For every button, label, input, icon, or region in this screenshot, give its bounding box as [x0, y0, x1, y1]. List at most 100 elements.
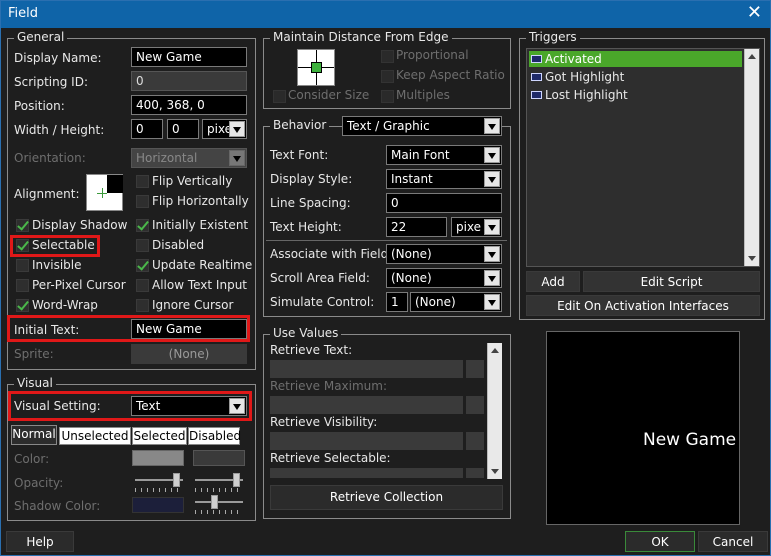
display-style-select[interactable]: Instant — [386, 169, 502, 189]
use-values-scrollbar[interactable] — [487, 343, 502, 479]
text-font-select[interactable]: Main Font — [386, 145, 502, 165]
retrieve-visibility-label: Retrieve Visibility: — [270, 415, 378, 429]
word-wrap-checkbox[interactable] — [16, 299, 29, 312]
scroll-area-value: (None) — [391, 271, 432, 285]
retrieve-text-field[interactable] — [270, 360, 463, 378]
color-swatch-primary[interactable] — [132, 450, 184, 466]
associate-field-select[interactable]: (None) — [386, 244, 502, 264]
scroll-up-icon[interactable] — [745, 49, 759, 63]
opacity-slider-primary[interactable] — [135, 473, 183, 487]
alignment-picker[interactable] — [86, 174, 123, 211]
consider-size-checkbox[interactable] — [273, 90, 286, 103]
trigger-item-lost-highlight[interactable]: Lost Highlight — [529, 87, 742, 103]
behavior-type-value: Text / Graphic — [347, 119, 430, 133]
retrieve-maximum-field[interactable] — [270, 396, 463, 414]
triggers-scrollbar[interactable] — [744, 49, 759, 266]
slider-thumb[interactable] — [173, 473, 180, 487]
trigger-item-got-highlight[interactable]: Got Highlight — [529, 69, 742, 85]
ok-button[interactable]: OK — [625, 531, 695, 552]
retrieve-maximum-label: Retrieve Maximum: — [270, 379, 388, 393]
chevron-down-icon — [484, 294, 500, 310]
tab-disabled[interactable]: Disabled — [188, 427, 241, 445]
simulate-control-select[interactable]: (None) — [410, 292, 502, 312]
trigger-item-activated[interactable]: Activated — [529, 51, 742, 67]
size-unit-select[interactable]: pixe — [202, 119, 247, 139]
width-input[interactable]: 0 — [131, 119, 163, 139]
display-name-input[interactable]: New Game — [131, 47, 247, 67]
trigger-icon — [531, 91, 542, 99]
slider-thumb[interactable] — [211, 495, 218, 509]
retrieve-visibility-field[interactable] — [270, 432, 463, 450]
visual-setting-select[interactable]: Text — [131, 396, 247, 416]
initial-text-input[interactable]: New Game — [131, 319, 247, 339]
text-font-label: Text Font: — [270, 148, 329, 162]
keep-aspect-checkbox[interactable] — [381, 70, 394, 83]
sprite-select[interactable]: (None) — [131, 344, 247, 364]
edit-script-button[interactable]: Edit Script — [583, 271, 760, 292]
retrieve-selectable-button[interactable] — [466, 468, 484, 478]
cancel-button[interactable]: Cancel — [698, 531, 768, 552]
alignment-label: Alignment: — [14, 187, 80, 201]
slider-thumb[interactable] — [233, 473, 240, 487]
position-input[interactable]: 400, 368, 0 — [131, 95, 247, 115]
tab-unselected[interactable]: Unselected — [59, 427, 131, 445]
simulate-control-value: (None) — [415, 295, 456, 309]
proportional-checkbox[interactable] — [381, 50, 394, 63]
preview-text: New Game — [643, 430, 737, 450]
initially-existent-checkbox[interactable] — [136, 219, 149, 232]
height-input[interactable]: 0 — [167, 119, 199, 139]
per-pixel-cursor-checkbox[interactable] — [16, 279, 29, 292]
scroll-up-icon[interactable] — [488, 343, 502, 357]
visual-setting-label: Visual Setting: — [14, 399, 101, 413]
slider-ticks — [135, 488, 183, 492]
edge-anchor-picker[interactable] — [297, 49, 335, 86]
orientation-select[interactable]: Horizontal — [131, 148, 247, 168]
color-swatch-secondary[interactable] — [193, 450, 245, 466]
edit-activation-interfaces-button[interactable]: Edit On Activation Interfaces — [526, 295, 760, 316]
scroll-down-icon[interactable] — [488, 465, 502, 479]
orientation-value: Horizontal — [136, 151, 198, 165]
scroll-down-icon[interactable] — [745, 252, 759, 266]
flip-horizontally-checkbox[interactable] — [136, 195, 149, 208]
retrieve-visibility-button[interactable] — [466, 432, 484, 450]
add-trigger-button[interactable]: Add — [526, 271, 580, 292]
behavior-type-select[interactable]: Text / Graphic — [342, 116, 502, 136]
behavior-divider — [266, 240, 507, 241]
selectable-checkbox[interactable] — [16, 239, 29, 252]
associate-field-value: (None) — [391, 247, 432, 261]
triggers-list[interactable]: Activated Got Highlight Lost Highlight — [526, 48, 760, 267]
text-height-input[interactable]: 22 — [386, 217, 447, 237]
color-label: Color: — [14, 452, 50, 466]
line-spacing-label: Line Spacing: — [270, 196, 351, 210]
disabled-checkbox[interactable] — [136, 239, 149, 252]
update-realtime-checkbox[interactable] — [136, 259, 149, 272]
simulate-control-number[interactable]: 1 — [386, 292, 408, 312]
retrieve-maximum-button[interactable] — [466, 396, 484, 414]
invisible-checkbox[interactable] — [16, 259, 29, 272]
close-icon[interactable]: ✕ — [747, 3, 762, 23]
visual-state-tabs: Normal Unselected Selected Disabled — [11, 425, 251, 447]
scroll-area-select[interactable]: (None) — [386, 268, 502, 288]
distance-legend: Maintain Distance From Edge — [270, 30, 452, 44]
multiples-checkbox[interactable] — [381, 90, 394, 103]
help-button[interactable]: Help — [6, 531, 74, 552]
display-shadow-checkbox[interactable] — [16, 219, 29, 232]
ignore-cursor-checkbox[interactable] — [136, 299, 149, 312]
word-wrap-label: Word-Wrap — [32, 298, 98, 312]
text-height-label: Text Height: — [270, 220, 342, 234]
scripting-id-input[interactable]: 0 — [131, 71, 247, 91]
retrieve-collection-button[interactable]: Retrieve Collection — [270, 485, 503, 510]
text-height-unit-select[interactable]: pixe — [451, 217, 502, 237]
retrieve-selectable-field[interactable] — [270, 468, 463, 478]
opacity-slider-secondary[interactable] — [195, 473, 243, 487]
flip-vertically-checkbox[interactable] — [136, 175, 149, 188]
tab-normal[interactable]: Normal — [11, 425, 57, 445]
scripting-id-label: Scripting ID: — [14, 75, 88, 89]
retrieve-text-button[interactable] — [466, 360, 484, 378]
shadow-color-swatch[interactable] — [132, 497, 184, 513]
sprite-label: Sprite: — [14, 347, 54, 361]
line-spacing-input[interactable]: 0 — [386, 193, 502, 213]
shadow-opacity-slider[interactable] — [195, 495, 243, 509]
tab-selected[interactable]: Selected — [132, 427, 187, 445]
allow-text-input-checkbox[interactable] — [136, 279, 149, 292]
